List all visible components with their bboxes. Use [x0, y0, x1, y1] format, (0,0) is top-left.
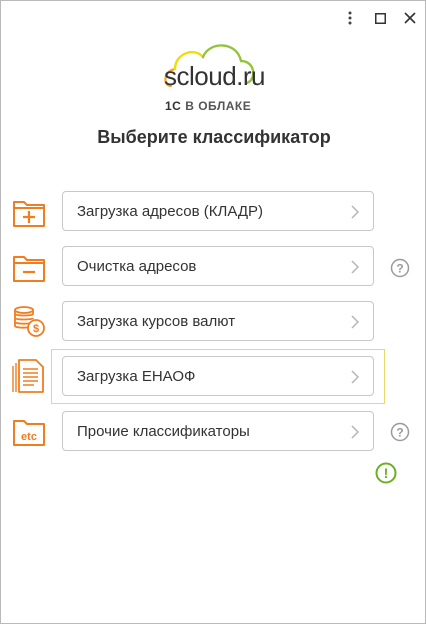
svg-text:$: $	[33, 323, 39, 335]
alert-icon[interactable]: !	[375, 462, 397, 484]
maximize-icon[interactable]	[369, 7, 391, 29]
folder-plus-icon	[13, 201, 45, 227]
load-currency-rates-button[interactable]: Загрузка курсов валют	[62, 301, 374, 341]
alert-symbol: !	[384, 465, 389, 481]
folder-etc-text: etc	[21, 431, 37, 443]
page-title: Выберите классификатор	[97, 127, 331, 147]
chevron-right-icon	[351, 260, 359, 274]
help-symbol: ?	[396, 262, 403, 276]
chevron-right-icon	[351, 425, 359, 439]
help-icon[interactable]: ?	[390, 258, 410, 278]
chevron-right-icon	[351, 370, 359, 384]
onec-logo: 1С	[165, 99, 182, 113]
logo-brand-suffix: .ru	[236, 61, 265, 91]
clean-addresses-label: Очистка адресов	[77, 257, 197, 275]
other-classifiers-label: Прочие классификаторы	[77, 422, 250, 440]
load-kladr-label: Загрузка адресов (КЛАДР)	[77, 202, 263, 220]
logo-subtitle: 1С В ОБЛАКЕ	[165, 99, 251, 113]
help-icon[interactable]: ?	[390, 422, 410, 442]
clean-addresses-button[interactable]: Очистка адресов	[62, 246, 374, 286]
coins-icon: $	[14, 306, 45, 337]
folder-minus-icon	[13, 256, 45, 282]
logo-subtitle-text: В ОБЛАКЕ	[185, 99, 252, 113]
help-symbol: ?	[396, 426, 403, 440]
load-enaof-button[interactable]: Загрузка ЕНАОФ	[62, 356, 374, 396]
kebab-menu-icon[interactable]	[339, 7, 361, 29]
document-list-icon	[12, 359, 44, 393]
load-kladr-button[interactable]: Загрузка адресов (КЛАДР)	[62, 191, 374, 231]
other-classifiers-button[interactable]: Прочие классификаторы	[62, 411, 374, 451]
load-enaof-label: Загрузка ЕНАОФ	[77, 367, 196, 385]
logo-brand: scloud.ru	[164, 61, 265, 92]
chevron-right-icon	[351, 205, 359, 219]
logo-brand-name: scloud	[164, 61, 237, 91]
folder-etc-icon: etc	[13, 420, 45, 446]
load-currency-rates-label: Загрузка курсов валют	[77, 312, 236, 330]
close-icon[interactable]	[399, 7, 421, 29]
chevron-right-icon	[351, 315, 359, 329]
app-window: scloud.ru 1С В ОБЛАКЕ Выберите классифик…	[0, 0, 426, 624]
